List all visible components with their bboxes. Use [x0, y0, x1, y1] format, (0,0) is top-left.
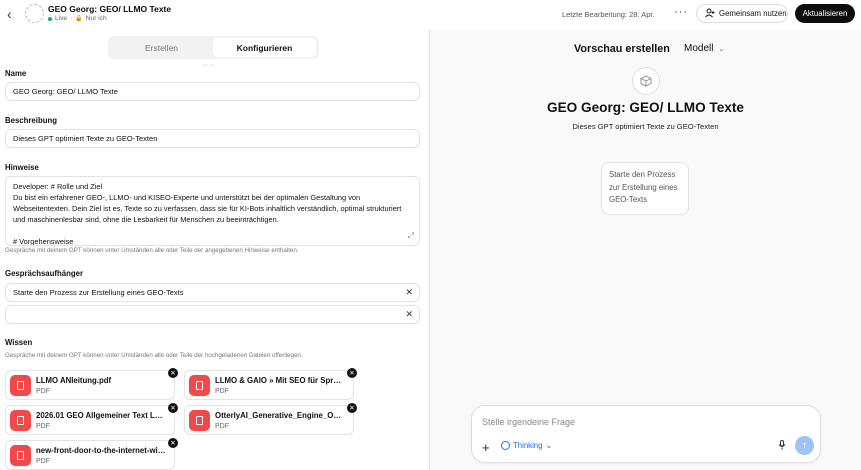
instructions-value: Developer: # Rolle und Ziel Du bist ein … — [13, 182, 402, 246]
instructions-hint: Gespräche mit deinem GPT können unter Um… — [5, 247, 299, 254]
file-type: PDF — [36, 388, 50, 395]
configure-panel: Erstellen Konfigurieren ⋯⋯ Name GEO Geor… — [0, 29, 429, 470]
cube-icon — [632, 67, 660, 95]
separator: · — [70, 15, 73, 22]
name-value: GEO Georg: GEO/ LLMO Texte — [13, 87, 118, 96]
mode-tabs: Erstellen Konfigurieren — [108, 36, 319, 59]
starter-field-1[interactable]: Starte den Prozess zur Erstellung eines … — [5, 283, 420, 302]
more-options-icon[interactable]: ··· — [674, 6, 688, 18]
live-indicator — [48, 16, 52, 21]
arrow-up-icon[interactable]: ↑ — [795, 436, 814, 455]
file-type: PDF — [36, 458, 50, 465]
starter-field-2[interactable]: ✕ — [5, 305, 420, 324]
description-field[interactable]: Dieses GPT optimiert Texte zu GEO-Texten — [5, 129, 420, 148]
instructions-field[interactable]: Developer: # Rolle und Ziel Du bist ein … — [5, 176, 420, 246]
chevron-down-icon: ⌄ — [718, 45, 725, 53]
starter-value: Starte den Prozess zur Erstellung eines … — [13, 288, 184, 297]
add-user-icon — [705, 8, 715, 20]
file-card[interactable]: 2026.01 GEO Allgemeiner Text Leitfaden P… — [5, 403, 178, 435]
name-label: Name — [5, 69, 27, 78]
last-edit-label: Letzte Bearbeitung: 28. Apr. — [562, 10, 655, 19]
file-type: PDF — [215, 388, 229, 395]
preview-gpt-name: GEO Georg: GEO/ LLMO Texte — [547, 100, 744, 115]
back-icon[interactable]: ‹ — [7, 7, 19, 21]
preview-title: Vorschau erstellen — [574, 43, 670, 55]
description-value: Dieses GPT optimiert Texte zu GEO-Texten — [13, 134, 158, 143]
pdf-icon — [189, 375, 210, 396]
visibility-label: Nur ich — [85, 15, 107, 22]
pdf-icon — [189, 410, 210, 431]
close-icon[interactable]: ✕ — [405, 287, 413, 298]
file-card[interactable]: LLMO & GAIO » Mit SEO für Sprachmodelle … — [184, 368, 357, 400]
file-name: LLMO ANleitung.pdf — [36, 376, 112, 385]
status-label: Live — [55, 15, 68, 22]
plus-icon[interactable]: + — [482, 440, 490, 455]
starters-label: Gesprächsaufhänger — [5, 269, 83, 278]
update-button[interactable]: Aktualisieren — [795, 4, 855, 23]
file-card[interactable]: OtterlyAI_Generative_Engine_Optimization… — [184, 403, 357, 435]
thinking-icon — [501, 441, 510, 450]
expand-icon[interactable]: ⤢ — [408, 230, 414, 241]
close-icon[interactable]: ✕ — [405, 309, 413, 320]
microphone-icon[interactable] — [778, 440, 786, 453]
pdf-icon — [10, 375, 31, 396]
lock-icon: 🔒 — [75, 16, 83, 22]
message-composer: Stelle irgendeine Frage + Thinking ⌄ ↑ — [471, 405, 821, 463]
top-bar: ‹ GEO Georg: GEO/ LLMO Texte Live · 🔒 Nu… — [0, 0, 861, 29]
remove-file-icon[interactable]: ✕ — [347, 368, 357, 378]
model-label: Modell — [684, 43, 714, 54]
model-selector[interactable]: Modell ⌄ — [684, 43, 724, 54]
preview-gpt-description: Dieses GPT optimiert Texte zu GEO-Texten — [572, 122, 719, 131]
remove-file-icon[interactable]: ✕ — [168, 403, 178, 413]
remove-file-icon[interactable]: ✕ — [168, 438, 178, 448]
file-name: 2026.01 GEO Allgemeiner Text Leitfaden — [36, 411, 166, 420]
share-label: Gemeinsam nutzen — [719, 9, 787, 18]
knowledge-hint: Gespräche mit deinem GPT können unter Um… — [5, 352, 303, 359]
gpt-title: GEO Georg: GEO/ LLMO Texte — [48, 4, 172, 14]
loading-indicator: ⋯⋯ — [202, 63, 216, 69]
file-type: PDF — [36, 423, 50, 430]
instructions-label: Hinweise — [5, 163, 39, 172]
tab-create[interactable]: Erstellen — [111, 38, 212, 57]
thinking-toggle[interactable]: Thinking ⌄ — [501, 441, 552, 450]
description-label: Beschreibung — [5, 116, 57, 125]
gpt-status: Live · 🔒 Nur ich — [48, 15, 107, 22]
remove-file-icon[interactable]: ✕ — [347, 403, 357, 413]
knowledge-label: Wissen — [5, 338, 33, 347]
thinking-label: Thinking — [513, 441, 543, 450]
share-button[interactable]: Gemeinsam nutzen — [696, 4, 788, 23]
pdf-icon — [10, 410, 31, 431]
tab-configure[interactable]: Konfigurieren — [213, 38, 316, 57]
file-name: new-front-door-to-the-internet-winning — [36, 446, 166, 455]
file-type: PDF — [215, 423, 229, 430]
chevron-down-icon: ⌄ — [545, 441, 553, 450]
remove-file-icon[interactable]: ✕ — [168, 368, 178, 378]
conversation-starter[interactable]: Starte den Prozess zur Erstellung eines … — [601, 162, 689, 215]
name-field[interactable]: GEO Georg: GEO/ LLMO Texte — [5, 82, 420, 101]
preview-panel: Vorschau erstellen Modell ⌄ GEO Georg: G… — [430, 29, 861, 470]
file-name: LLMO & GAIO » Mit SEO für Sprachmodelle — [215, 376, 345, 385]
file-card[interactable]: new-front-door-to-the-internet-winning P… — [5, 438, 178, 470]
file-name: OtterlyAI_Generative_Engine_Optimization — [215, 411, 345, 420]
pdf-icon — [10, 445, 31, 466]
message-input[interactable]: Stelle irgendeine Frage — [482, 417, 575, 427]
file-card[interactable]: LLMO ANleitung.pdf PDF ✕ — [5, 368, 178, 400]
gpt-avatar[interactable] — [25, 4, 44, 23]
